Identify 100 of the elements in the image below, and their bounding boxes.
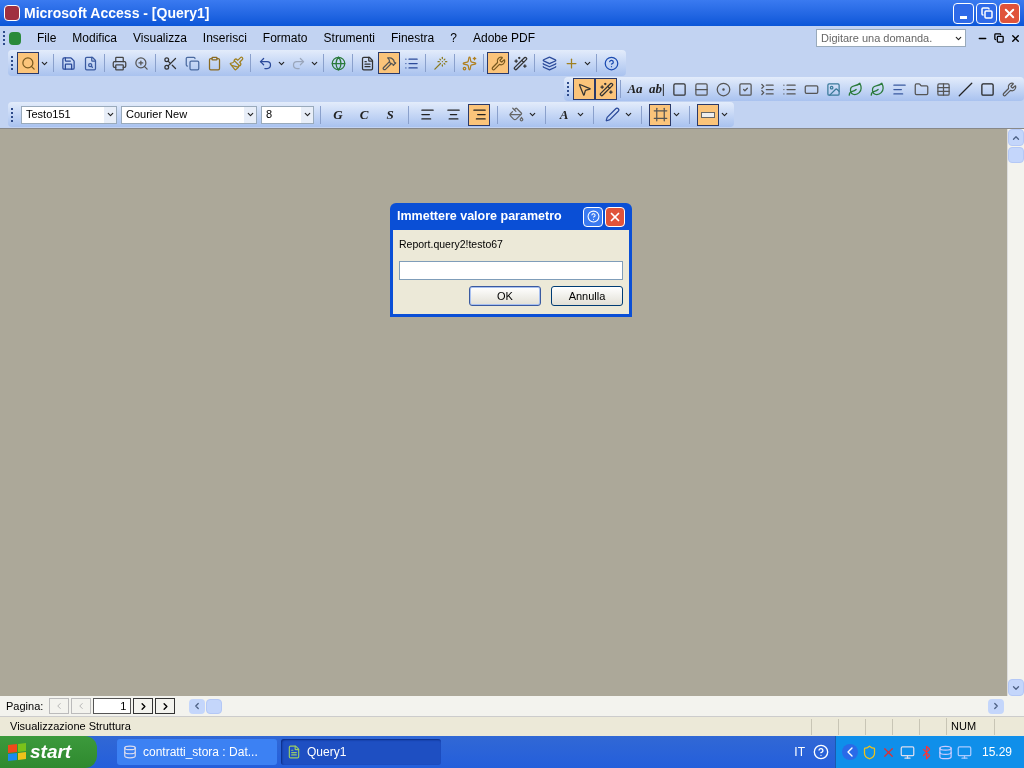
toolbar-button[interactable]	[487, 52, 509, 74]
scroll-up-button[interactable]	[1008, 129, 1024, 146]
menu-item[interactable]: ?	[442, 29, 465, 47]
combo-box[interactable]: 8	[261, 105, 314, 124]
undo-icon	[257, 55, 273, 71]
language-indicator[interactable]: IT	[794, 743, 805, 761]
network-icon[interactable]	[899, 744, 915, 760]
align-center-icon	[445, 107, 461, 122]
dialog-button[interactable]: Annulla	[551, 285, 623, 306]
toolbar-button[interactable]	[17, 52, 39, 74]
align-left-icon	[419, 107, 435, 122]
format-button[interactable]: S	[379, 103, 401, 126]
close-button[interactable]	[999, 2, 1020, 24]
scroll-right-button[interactable]	[988, 698, 1004, 714]
scroll-thumb[interactable]	[206, 698, 223, 714]
close-button[interactable]	[605, 206, 625, 227]
vertical-scrollbar[interactable]	[1007, 129, 1024, 696]
format-button[interactable]: ab|	[646, 78, 668, 100]
line-color-icon	[604, 107, 620, 122]
wizard-icon	[598, 81, 614, 97]
globe-icon	[330, 55, 346, 71]
frame-icon	[671, 81, 687, 97]
show-hidden-icons-icon[interactable]	[841, 744, 858, 760]
help-search-field[interactable]: Digitare una domanda.	[816, 29, 966, 47]
menu-item[interactable]: Visualizza	[125, 29, 195, 47]
help-button[interactable]	[583, 206, 603, 227]
restore-button[interactable]	[976, 2, 997, 24]
hammer-icon	[381, 55, 397, 71]
object-icon	[847, 81, 863, 97]
menu-item[interactable]: Adobe PDF	[464, 29, 543, 47]
minimize-button[interactable]	[953, 2, 974, 24]
printer-icon	[111, 55, 127, 71]
caret-icon	[105, 110, 115, 119]
help-icon[interactable]	[812, 744, 829, 760]
format-button[interactable]: G	[327, 103, 349, 126]
caret-icon	[302, 110, 312, 119]
status-text: Visualizzazione Struttura	[9, 719, 132, 735]
help-icon	[603, 55, 619, 71]
toolbar-button[interactable]	[697, 103, 719, 126]
new-object-icon	[563, 55, 579, 71]
dialog-button[interactable]: OK	[469, 285, 541, 306]
num-lock-indicator: NUM	[946, 718, 994, 735]
paste-icon	[206, 55, 222, 71]
menu-item[interactable]: Finestra	[382, 29, 443, 47]
prompt-label: Report.query2!testo67	[399, 237, 504, 252]
page-label: Pagina:	[6, 698, 44, 714]
format-button[interactable]: Aa	[624, 78, 646, 100]
help-icon	[586, 210, 600, 223]
menu-item[interactable]: Inserisci	[194, 29, 255, 47]
radio-icon	[715, 81, 731, 97]
tab-control-icon	[913, 81, 929, 97]
toolbar-button[interactable]	[595, 78, 617, 100]
menu-item[interactable]: File	[29, 29, 65, 47]
format-button[interactable]: C	[353, 103, 375, 126]
file-search-icon	[82, 55, 98, 71]
toolbox-icon	[490, 55, 506, 71]
scroll-thumb[interactable]	[1008, 147, 1024, 163]
wizard-icon	[512, 55, 528, 71]
page-break-icon	[891, 81, 907, 97]
toolbar-grip-icon[interactable]	[11, 56, 14, 70]
scissors-icon	[162, 55, 178, 71]
restore-icon	[980, 7, 993, 19]
app-key-icon[interactable]	[4, 5, 20, 21]
toggle-icon	[693, 81, 709, 97]
copy-icon	[184, 55, 200, 71]
toolbar-button[interactable]	[468, 103, 490, 126]
access-icon[interactable]	[9, 31, 21, 45]
magnifier-icon	[20, 55, 36, 71]
menu-item[interactable]: Modifica	[64, 29, 126, 47]
page-number-field[interactable]: 1	[93, 698, 132, 714]
taskbar-button[interactable]: contratti_stora : Dat...	[117, 739, 277, 765]
window-title: Microsoft Access - [Query1]	[24, 3, 211, 23]
restore-icon[interactable]	[994, 33, 1004, 43]
combo-icon	[759, 81, 775, 97]
last-page-button[interactable]	[155, 698, 176, 714]
scroll-down-button[interactable]	[1008, 679, 1024, 696]
combo-box[interactable]: Courier New	[121, 105, 257, 124]
format-button[interactable]: A	[553, 103, 575, 126]
scroll-left-button[interactable]	[189, 698, 206, 714]
align-right-icon	[471, 107, 487, 122]
start-button[interactable]: start	[0, 736, 97, 768]
toolbar-grip-icon[interactable]	[567, 82, 570, 96]
taskbar-button[interactable]: Query1	[281, 739, 441, 765]
minimize-icon	[960, 15, 967, 19]
caret-icon	[245, 110, 255, 119]
image-icon	[825, 81, 841, 97]
toolbar-grip-icon[interactable]	[3, 31, 6, 45]
combo-value: 8	[265, 107, 274, 123]
next-page-button[interactable]	[133, 698, 154, 714]
toolbar-grip-icon[interactable]	[11, 107, 14, 122]
toolbar-button[interactable]	[573, 78, 595, 100]
toolbar-button[interactable]	[649, 103, 671, 126]
menu-item[interactable]: Formato	[254, 29, 316, 47]
toolbar-button[interactable]	[378, 52, 400, 74]
subform-icon	[935, 81, 951, 97]
rectangle-icon	[979, 81, 995, 97]
close-icon[interactable]	[1010, 32, 1021, 44]
combo-box[interactable]: Testo151	[21, 105, 117, 124]
menu-item[interactable]: Strumenti	[315, 29, 383, 47]
parameter-input[interactable]	[399, 260, 623, 280]
